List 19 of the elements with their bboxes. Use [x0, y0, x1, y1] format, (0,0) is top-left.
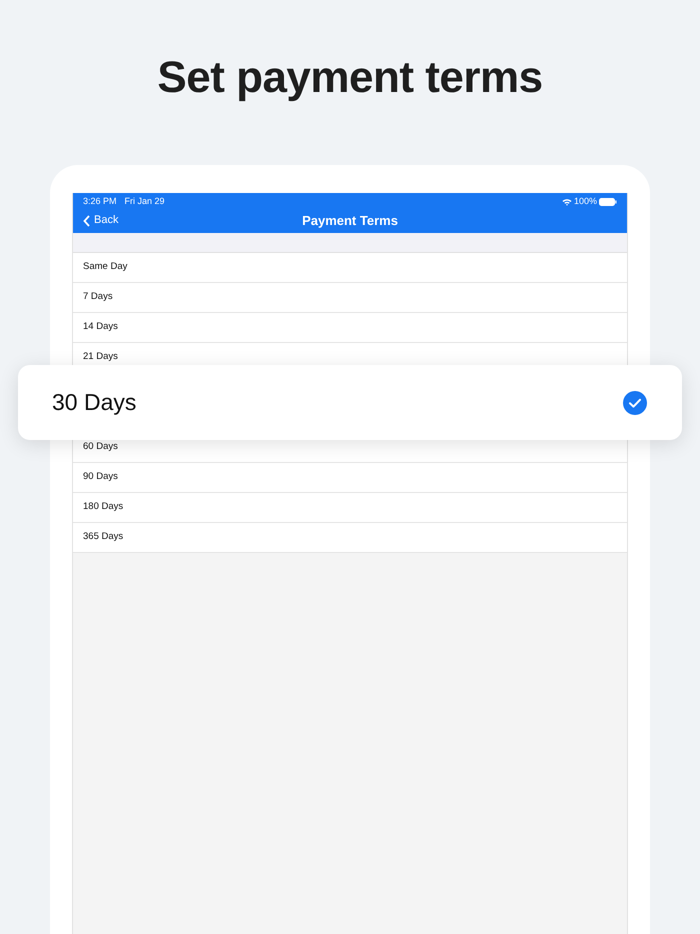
status-time: 3:26 PM — [83, 194, 117, 208]
option-label[interactable]: 7 Days — [83, 290, 113, 305]
option-label[interactable]: 180 Days — [83, 500, 124, 515]
highlighted-option-card[interactable]: 30 Days — [18, 365, 682, 440]
option-label[interactable]: 60 Days — [83, 440, 118, 455]
headline: Set payment terms — [156, 52, 544, 104]
battery-percentage: 100% — [574, 194, 597, 208]
option-label[interactable]: 365 Days — [83, 530, 124, 545]
option-label: 30 Days — [52, 388, 136, 418]
back-button[interactable]: Back — [83, 212, 118, 229]
option-label[interactable]: Same Day — [83, 260, 128, 275]
nav-title: Payment Terms — [302, 212, 398, 230]
wifi-icon — [562, 198, 572, 206]
option-label[interactable]: 90 Days — [83, 470, 118, 485]
battery-icon — [599, 198, 617, 206]
option-label[interactable]: 21 Days — [83, 350, 118, 365]
chevron-left-icon — [83, 214, 90, 226]
status-date: Fri Jan 29 — [124, 194, 165, 208]
option-label[interactable]: 14 Days — [83, 320, 118, 335]
